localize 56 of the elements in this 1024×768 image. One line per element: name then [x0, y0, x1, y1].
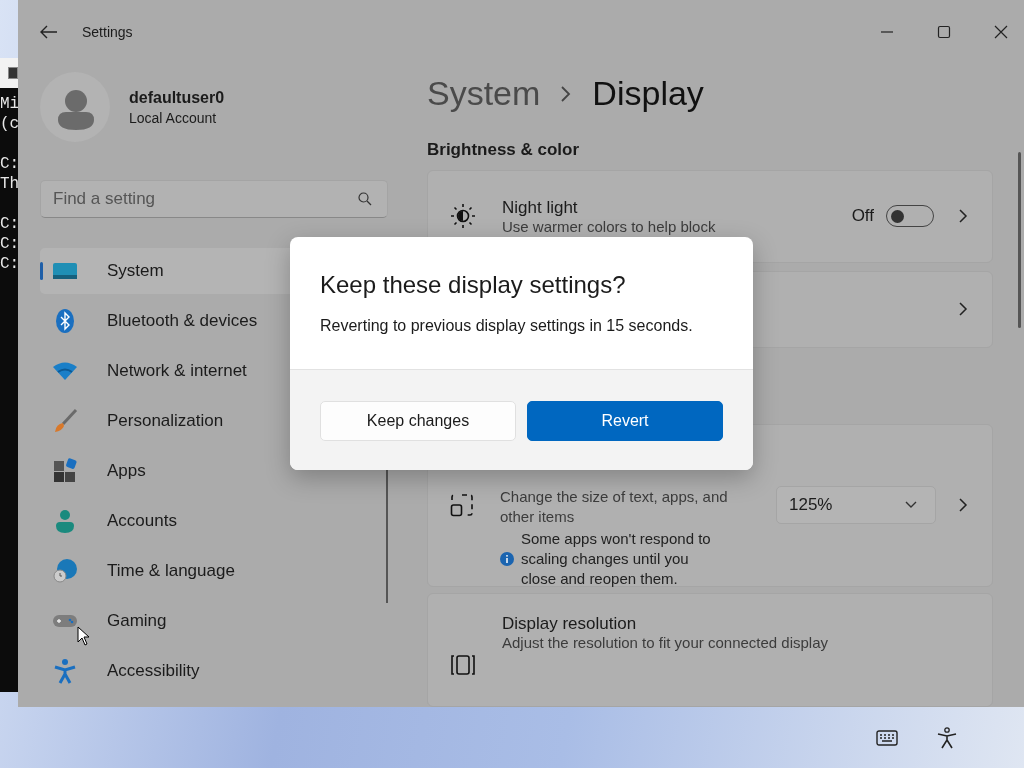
- search-field[interactable]: Find a setting: [40, 180, 388, 218]
- chevron-down-icon: [905, 501, 917, 510]
- terminal-text: C:: [0, 235, 18, 253]
- terminal-text: Mi: [0, 95, 18, 113]
- user-name: defaultuser0: [129, 88, 225, 107]
- keyboard-icon[interactable]: [876, 730, 898, 746]
- setting-title: Display resolution: [502, 613, 638, 634]
- nav-item[interactable]: Network & internet: [40, 348, 302, 394]
- sun-icon: [450, 203, 476, 230]
- setting-description: Adjust the resolution to fit your connected display: [502, 633, 829, 651]
- nav-item[interactable]: Apps: [40, 448, 302, 494]
- terminal-text: (c: [0, 115, 18, 133]
- avatar-icon: [40, 72, 110, 142]
- chevron-right-icon[interactable]: [958, 301, 968, 318]
- terminal-text: C:: [0, 155, 18, 173]
- nav-item[interactable]: Time & language: [40, 548, 302, 594]
- breadcrumb-link[interactable]: System: [427, 74, 541, 114]
- nav-item[interactable]: Bluetooth & devices: [40, 298, 302, 344]
- nav-item[interactable]: Accessibility: [40, 648, 302, 694]
- setting-card[interactable]: Display resolution Adjust the resolution to fit your connected display: [427, 592, 993, 707]
- globe-icon: [52, 558, 78, 584]
- account-type: Local Account: [129, 109, 218, 126]
- nav-item[interactable]: Accounts: [40, 498, 302, 544]
- close-icon[interactable]: [994, 25, 1008, 39]
- section-heading: Brightness & color: [427, 139, 581, 161]
- setting-description: Change the size of text, apps, and other items: [500, 487, 729, 528]
- resize-icon: [450, 493, 474, 518]
- accessibility-icon: [52, 658, 78, 684]
- terminal-text: Th: [0, 175, 18, 193]
- nav-item[interactable]: Gaming: [40, 598, 302, 644]
- maximize-icon[interactable]: [937, 25, 951, 39]
- resolution-icon: [450, 653, 476, 676]
- keep-button[interactable]: Keep changes: [320, 401, 516, 441]
- toggle-state-label: Off: [851, 206, 874, 227]
- brush-icon: [52, 408, 78, 434]
- back-arrow-icon[interactable]: [40, 25, 58, 39]
- terminal-text: C:: [0, 215, 18, 233]
- nav-item[interactable]: Personalization: [40, 398, 302, 444]
- apps-icon: [52, 458, 78, 484]
- window-title: Settings: [82, 24, 133, 40]
- chevron-right-icon[interactable]: [958, 208, 968, 225]
- chevron-right-icon[interactable]: [958, 497, 968, 514]
- mouse-pointer-icon: [77, 626, 90, 646]
- setting-description: Use warmer colors to help block: [502, 217, 716, 235]
- page-title: Display: [592, 74, 704, 114]
- scale-dropdown[interactable]: 125%: [776, 486, 936, 525]
- terminal-icon: [8, 67, 18, 79]
- search-icon: [358, 192, 372, 206]
- dialog-message: Reverting to previous display settings in 15 seconds.: [320, 317, 694, 335]
- setting-title: Night light: [502, 197, 579, 218]
- accessibility-icon[interactable]: [937, 727, 957, 749]
- info-note: Some apps won't respond to scaling changes until you close and reopen them.: [521, 529, 712, 590]
- info-icon: [500, 552, 514, 567]
- chevron-right-icon: [560, 84, 573, 103]
- terminal-text: C:: [0, 255, 18, 273]
- revert-button[interactable]: Revert: [527, 401, 723, 441]
